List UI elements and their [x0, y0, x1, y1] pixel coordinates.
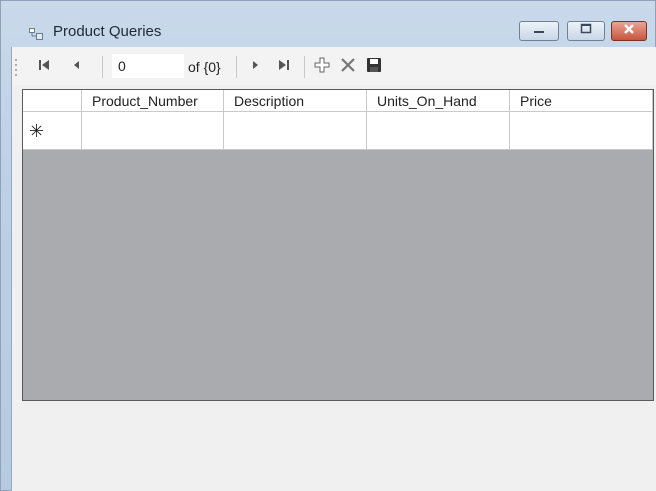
- save-icon: [366, 57, 382, 78]
- close-button[interactable]: [611, 21, 647, 41]
- delete-button[interactable]: [336, 57, 360, 77]
- save-button[interactable]: [362, 57, 386, 77]
- new-row-cell-units-on-hand[interactable]: [367, 112, 510, 150]
- toolbar-separator: [102, 56, 103, 78]
- maximize-button[interactable]: [567, 21, 605, 41]
- toolbar-separator: [236, 56, 237, 78]
- position-input[interactable]: [112, 54, 184, 78]
- column-header-description[interactable]: Description: [224, 90, 367, 112]
- column-header-units-on-hand[interactable]: Units_On_Hand: [367, 90, 510, 112]
- new-row-cell-description[interactable]: [224, 112, 367, 150]
- form-icon: [29, 27, 43, 40]
- delete-icon: [339, 56, 357, 79]
- products-data-grid[interactable]: Product_Number Description Units_On_Hand…: [22, 89, 654, 401]
- title-bar[interactable]: Product Queries: [1, 1, 655, 47]
- minimize-button[interactable]: [519, 21, 559, 41]
- new-row-cell-product-number[interactable]: [82, 112, 224, 150]
- add-new-icon: [313, 56, 331, 79]
- window-title: Product Queries: [53, 23, 162, 40]
- move-last-button[interactable]: [272, 57, 296, 77]
- new-row-marker: ✳: [29, 121, 45, 141]
- column-header-price[interactable]: Price: [510, 90, 653, 112]
- move-next-icon: [250, 58, 262, 77]
- row-header-corner: [23, 90, 82, 112]
- product-queries-window: Product Queries 0 of {0} Product_Number …: [0, 0, 656, 491]
- add-new-button[interactable]: [310, 57, 334, 77]
- form-client-area: of {0}: [11, 47, 656, 491]
- close-icon: [622, 22, 636, 40]
- minimize-icon: [532, 22, 546, 40]
- toolbar-grip[interactable]: [14, 57, 18, 82]
- new-row-cell-price[interactable]: [510, 112, 653, 150]
- move-last-icon: [276, 58, 292, 77]
- toolbar-separator: [304, 56, 305, 78]
- move-first-icon: [36, 58, 52, 77]
- maximize-icon: [579, 22, 593, 40]
- new-row-header[interactable]: ✳: [23, 112, 82, 150]
- move-first-button[interactable]: [32, 57, 56, 77]
- move-previous-icon: [70, 58, 82, 77]
- column-header-product-number[interactable]: Product_Number: [82, 90, 224, 112]
- record-count-label: of {0}: [188, 59, 221, 75]
- move-previous-button[interactable]: [66, 57, 86, 77]
- binding-navigator: of {0}: [12, 47, 656, 85]
- move-next-button[interactable]: [246, 57, 266, 77]
